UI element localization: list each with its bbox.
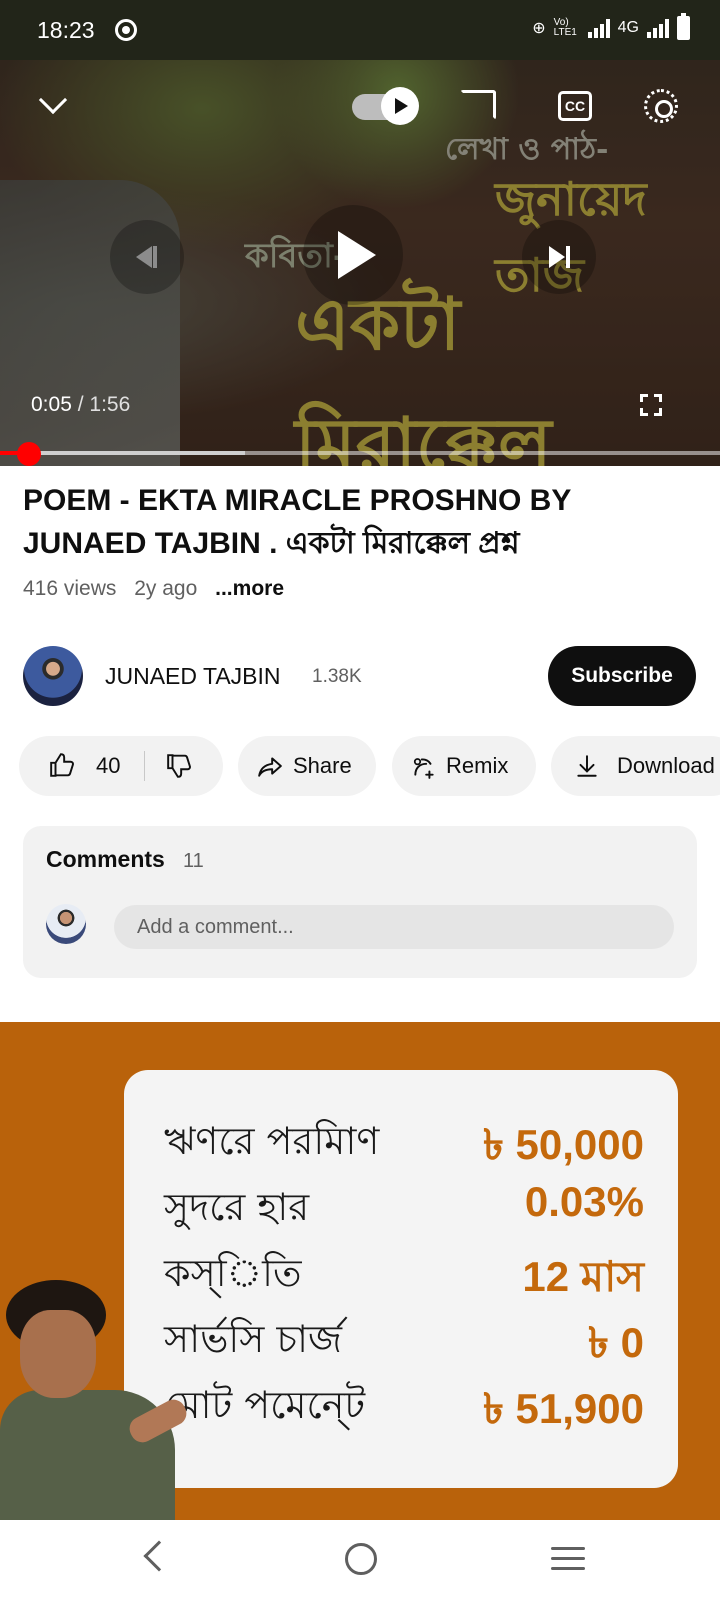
play-button[interactable] [303,205,403,305]
like-count[interactable]: 40 [96,753,120,779]
channel-avatar[interactable] [23,646,83,706]
battery-icon [677,13,690,40]
duration: / 1:56 [77,393,131,416]
ad-row: মোট পমেনে্ট ৳ 51,900 [164,1376,644,1436]
channel-name[interactable]: JUNAED TAJBIN [105,663,281,690]
remix-label: Remix [446,753,509,778]
previous-icon-bar [153,246,157,268]
next-icon-bar [565,246,570,268]
timecode: 0:05 / 1:56 [31,393,130,417]
fullscreen-icon[interactable] [640,394,662,416]
subscribe-button[interactable]: Subscribe [548,646,696,706]
download-label: Download [617,753,715,778]
signal-icon [587,18,610,38]
previous-icon [136,246,152,268]
dislike-icon[interactable] [166,753,192,779]
loan-ad-card: ঋণরে পরমািণ ৳ 50,000 সুদরে হার 0.03% কস্… [124,1070,678,1488]
ad-row-value: 0.03% [524,1178,644,1225]
view-count: 416 views [23,577,117,600]
loan-ad-banner[interactable]: ঋণরে পরমািণ ৳ 50,000 সুদরে হার 0.03% কস্… [0,1022,720,1520]
progress-bar[interactable] [0,451,720,455]
scrubber-handle[interactable] [16,442,41,466]
remix-button[interactable]: Remix [392,736,536,796]
ad-row-value: ৳ 0 [588,1319,644,1366]
ad-row-value: ৳ 50,000 [482,1121,644,1168]
chrome-icon [115,19,137,41]
upload-age: 2y ago [134,577,198,600]
status-icons: ⊕ Vo) LTE1 4G [532,13,690,40]
video-title[interactable]: POEM - EKTA MIRACLE PROSHNO BY JUNAED TA… [23,479,683,565]
next-button[interactable] [522,220,596,294]
download-icon [577,755,597,777]
cast-icon[interactable] [460,90,496,120]
previous-button[interactable] [110,220,184,294]
clock: 18:23 [37,17,95,43]
volte-indicator: Vo) LTE1 [553,17,577,38]
ad-row-value: 12 মাস [522,1253,644,1300]
ad-person-image [0,1280,191,1520]
download-button[interactable]: Download [551,736,720,796]
share-button[interactable]: Share [238,736,376,796]
network-type: 4G [617,19,639,36]
ad-row-value: ৳ 51,900 [482,1385,644,1432]
comments-title: Comments [46,846,165,872]
subscriber-count: 1.38K [312,666,362,687]
captions-icon[interactable]: CC [558,91,592,121]
ad-row-label: মোট পমেনে্ট [164,1383,366,1427]
ad-row-label: সার্ভসি চার্জ [164,1317,343,1361]
user-avatar [46,904,86,944]
like-icon[interactable] [49,752,75,778]
comments-count: 11 [183,850,204,872]
status-bar: 18:23 ⊕ Vo) LTE1 4G [0,0,720,60]
settings-gear-icon[interactable] [644,89,678,123]
autoplay-play-icon[interactable] [381,87,419,125]
recents-menu-icon[interactable] [551,1547,585,1571]
share-label: Share [293,753,352,778]
ad-row: কস্িতি 12 মাস [164,1244,644,1304]
current-time: 0:05 [31,393,72,416]
comments-card[interactable]: Comments 11 Add a comment... [23,826,697,978]
ad-row-label: সুদরে হার [164,1185,310,1229]
signal-icon-2 [647,18,669,38]
ad-row: সুদরে হার 0.03% [164,1178,644,1238]
share-icon [258,757,282,777]
like-divider [144,751,145,781]
add-comment-input[interactable]: Add a comment... [114,905,674,949]
more-link[interactable]: ...more [215,577,284,600]
remix-icon [413,758,434,779]
home-icon[interactable] [345,1543,377,1575]
next-icon [548,246,565,268]
like-dislike-pill: 40 [19,736,223,796]
video-meta[interactable]: 416 views 2y ago ...more [23,577,296,601]
ad-row: সার্ভসি চার্জ ৳ 0 [164,1310,644,1370]
ad-row: ঋণরে পরমািণ ৳ 50,000 [164,1112,644,1172]
ad-row-label: ঋণরে পরমািণ [164,1119,380,1163]
hotspot-icon: ⊕ [532,20,546,37]
